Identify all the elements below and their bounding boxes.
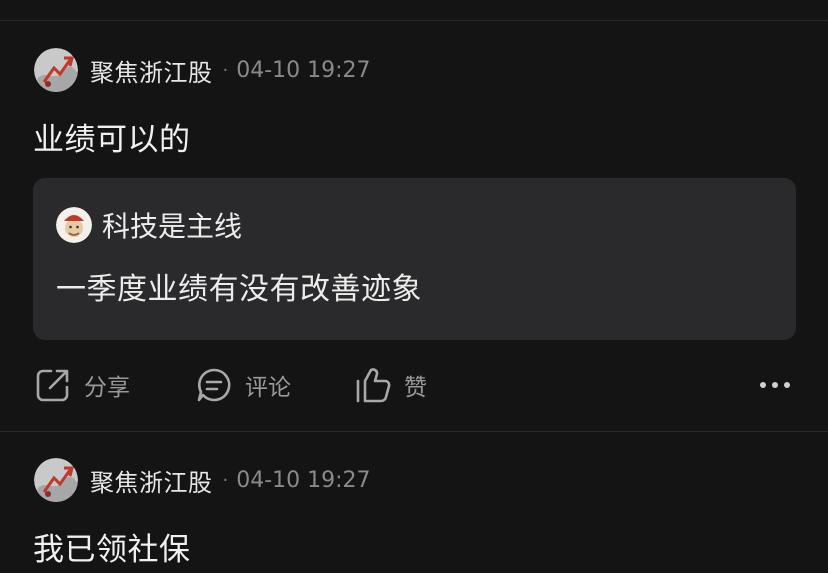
- like-button[interactable]: 赞: [354, 366, 427, 404]
- thumbs-up-icon: [356, 368, 391, 403]
- post-divider: [0, 431, 828, 432]
- author-avatar[interactable]: [34, 48, 78, 92]
- comment-button[interactable]: 评论: [195, 366, 291, 404]
- share-icon: [36, 369, 69, 402]
- meta-separator: ·: [222, 59, 229, 81]
- post-header: 聚焦浙江股 · 04-10 19:27: [34, 458, 371, 502]
- share-button[interactable]: 分享: [34, 366, 130, 404]
- top-divider: [0, 20, 828, 21]
- comment-icon: [197, 368, 231, 402]
- comment-label: 评论: [245, 375, 291, 401]
- author-avatar[interactable]: [34, 458, 78, 502]
- quoted-post[interactable]: 科技是主线 一季度业绩有没有改善迹象: [33, 178, 796, 340]
- share-label: 分享: [84, 375, 130, 401]
- author-name[interactable]: 聚焦浙江股: [90, 463, 213, 498]
- quoted-author-avatar[interactable]: [56, 207, 92, 243]
- post-time: 04-10 19:27: [236, 57, 371, 83]
- post-time: 04-10 19:27: [236, 467, 371, 493]
- post-content: 业绩可以的: [33, 122, 191, 158]
- quoted-header: 科技是主线: [56, 205, 242, 245]
- more-dots-icon[interactable]: [758, 376, 792, 394]
- quoted-text: 一季度业绩有没有改善迹象: [56, 272, 422, 307]
- post-actions: 分享 评论 赞: [0, 360, 828, 412]
- post-header: 聚焦浙江股 · 04-10 19:27: [34, 48, 371, 92]
- quoted-author-name[interactable]: 科技是主线: [102, 205, 242, 245]
- feed-page: 聚焦浙江股 · 04-10 19:27 业绩可以的 科技是主线 一季度业绩有没有…: [0, 0, 828, 573]
- meta-separator: ·: [222, 469, 229, 491]
- author-name[interactable]: 聚焦浙江股: [90, 53, 213, 88]
- like-label: 赞: [404, 375, 427, 401]
- post-content: 我已领社保: [33, 532, 191, 568]
